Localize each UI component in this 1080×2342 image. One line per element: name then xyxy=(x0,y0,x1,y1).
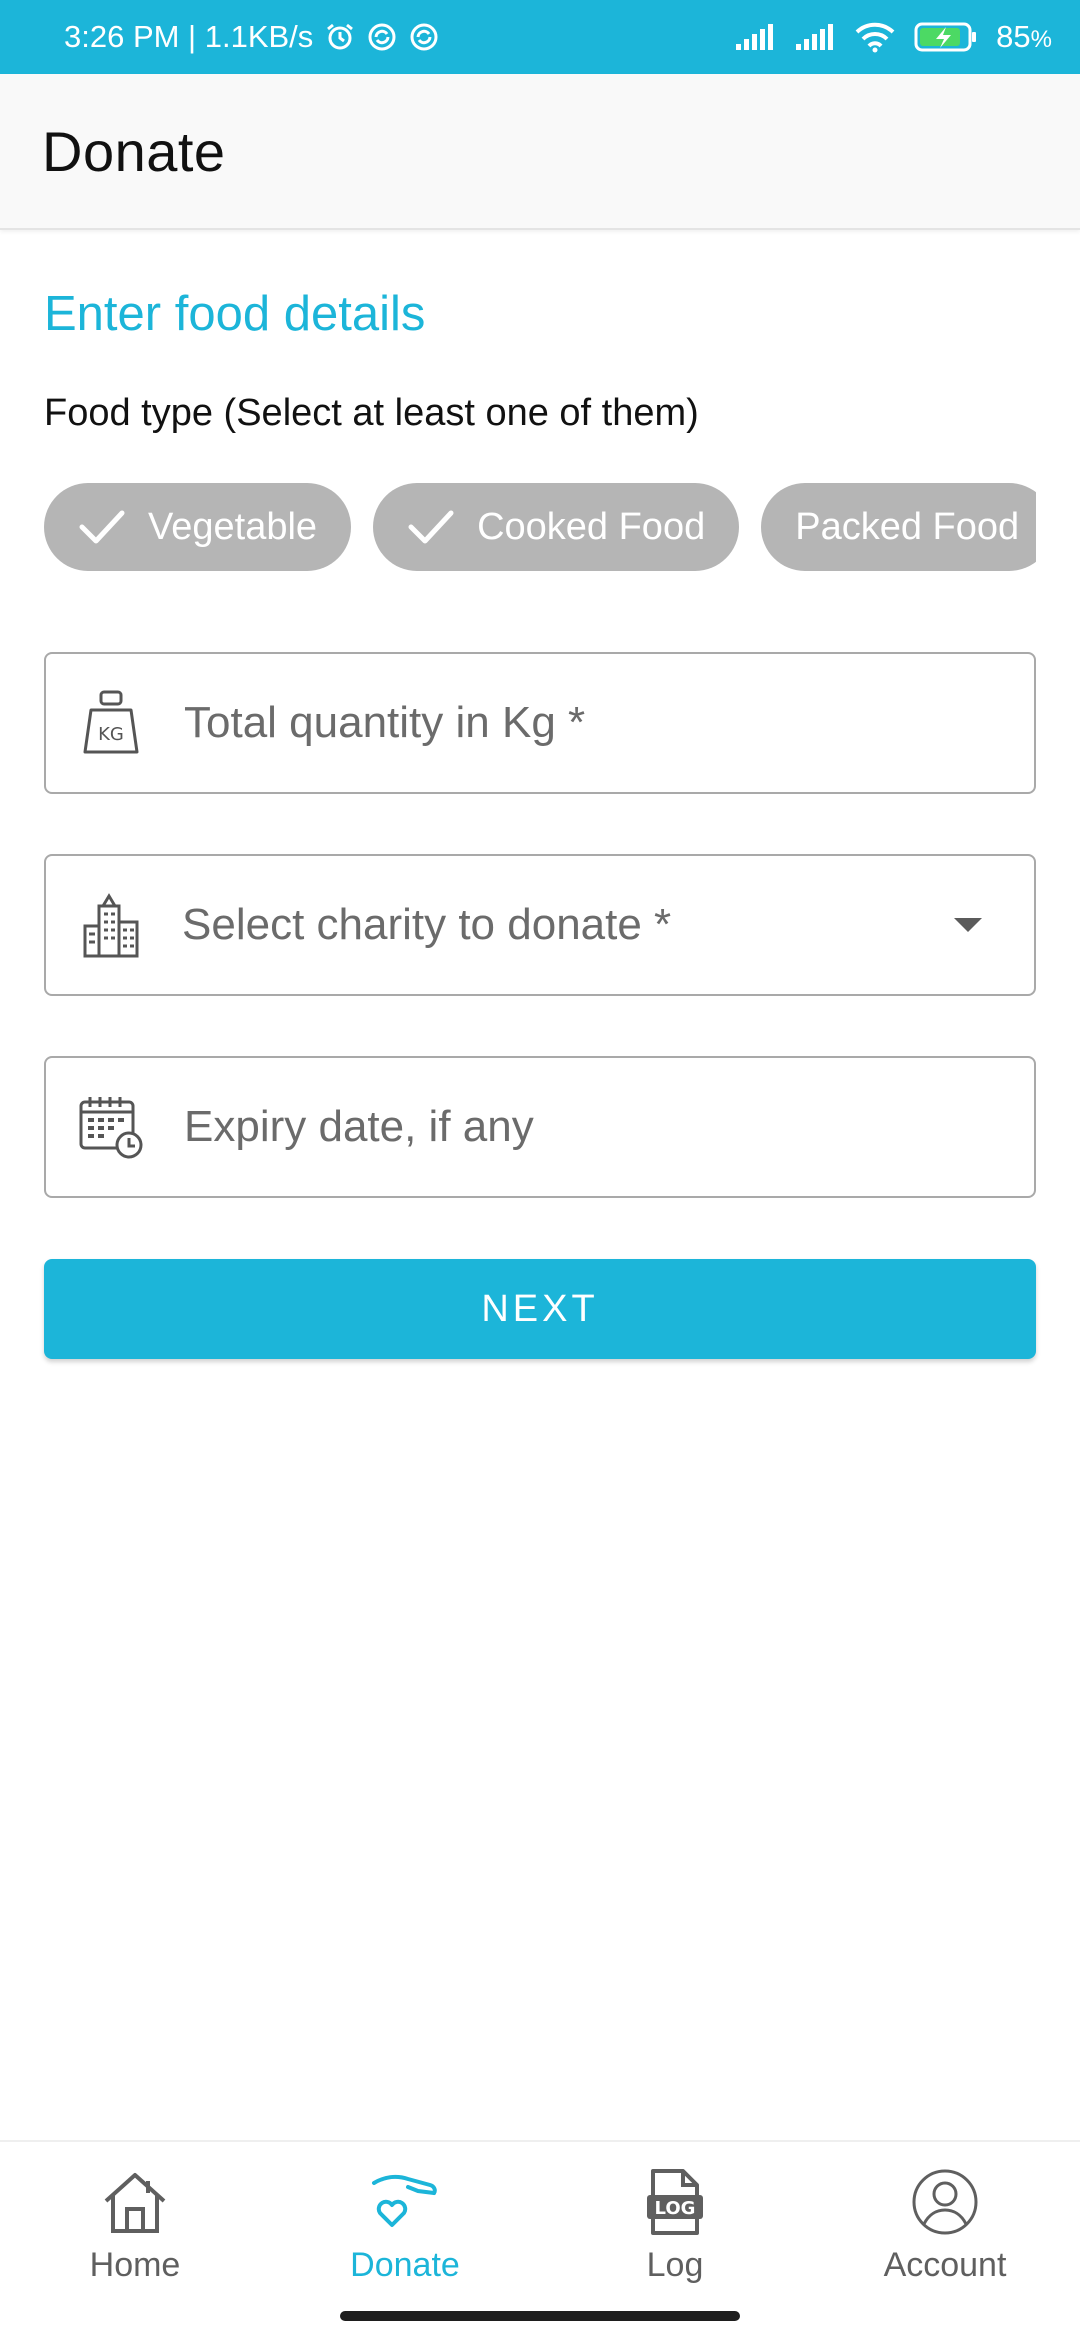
expiry-date-field[interactable] xyxy=(44,1056,1036,1198)
svg-text:LOG: LOG xyxy=(655,2198,696,2219)
battery-value: 85 xyxy=(996,19,1031,54)
gesture-bar[interactable] xyxy=(340,2311,740,2321)
log-file-icon: LOG xyxy=(643,2162,707,2242)
food-type-chips: Vegetable Cooked Food Packed Food xyxy=(44,483,1036,571)
calendar-clock-icon xyxy=(78,1092,144,1162)
alarm-icon xyxy=(325,22,355,52)
nav-label: Account xyxy=(883,2246,1007,2284)
account-icon xyxy=(910,2162,980,2242)
chip-label: Packed Food xyxy=(795,505,1020,548)
section-title: Enter food details xyxy=(44,287,426,341)
signal-icon xyxy=(794,22,836,52)
donate-hand-heart-icon xyxy=(368,2162,442,2242)
battery-charging-icon xyxy=(914,21,978,53)
nav-label: Log xyxy=(646,2246,704,2284)
status-bar: 3:26 PM | 1.1KB/s 85% xyxy=(0,0,1080,74)
chevron-down-icon[interactable] xyxy=(954,918,982,932)
nav-home[interactable]: Home xyxy=(0,2142,270,2342)
chip-label: Vegetable xyxy=(148,505,318,548)
wifi-icon xyxy=(854,21,896,53)
page-title: Donate xyxy=(42,119,226,183)
charity-select-label: Select charity to donate * xyxy=(182,900,672,949)
home-icon xyxy=(100,2162,170,2242)
sync-icon xyxy=(409,22,439,52)
building-icon xyxy=(78,890,144,960)
battery-unit: % xyxy=(1030,26,1052,53)
quantity-field[interactable]: KG xyxy=(44,652,1036,794)
nav-label: Donate xyxy=(350,2246,460,2284)
charity-select[interactable]: Select charity to donate * xyxy=(44,854,1036,996)
signal-icon xyxy=(734,22,776,52)
nav-account[interactable]: Account xyxy=(810,2142,1080,2342)
chip-label: Cooked Food xyxy=(477,505,706,548)
status-right: 85% xyxy=(734,19,1052,55)
next-button[interactable]: NEXT xyxy=(44,1259,1036,1359)
quantity-input[interactable] xyxy=(182,697,1034,749)
check-icon xyxy=(78,507,126,547)
status-time-speed: 3:26 PM | 1.1KB/s xyxy=(64,19,314,54)
chip-cooked-food[interactable]: Cooked Food xyxy=(373,483,740,571)
app-bar: Donate xyxy=(0,74,1080,230)
food-type-label: Food type (Select at least one of them) xyxy=(44,392,699,434)
weight-kg-icon: KG xyxy=(78,688,144,758)
chip-packed-food[interactable]: Packed Food xyxy=(761,483,1036,571)
chip-vegetable[interactable]: Vegetable xyxy=(44,483,352,571)
expiry-date-input[interactable] xyxy=(182,1101,1034,1153)
battery-percent: 85% xyxy=(996,19,1052,55)
check-icon xyxy=(407,507,455,547)
status-left: 3:26 PM | 1.1KB/s xyxy=(64,19,439,55)
nav-label: Home xyxy=(89,2246,181,2284)
svg-text:KG: KG xyxy=(98,724,124,745)
sync-icon xyxy=(367,22,397,52)
